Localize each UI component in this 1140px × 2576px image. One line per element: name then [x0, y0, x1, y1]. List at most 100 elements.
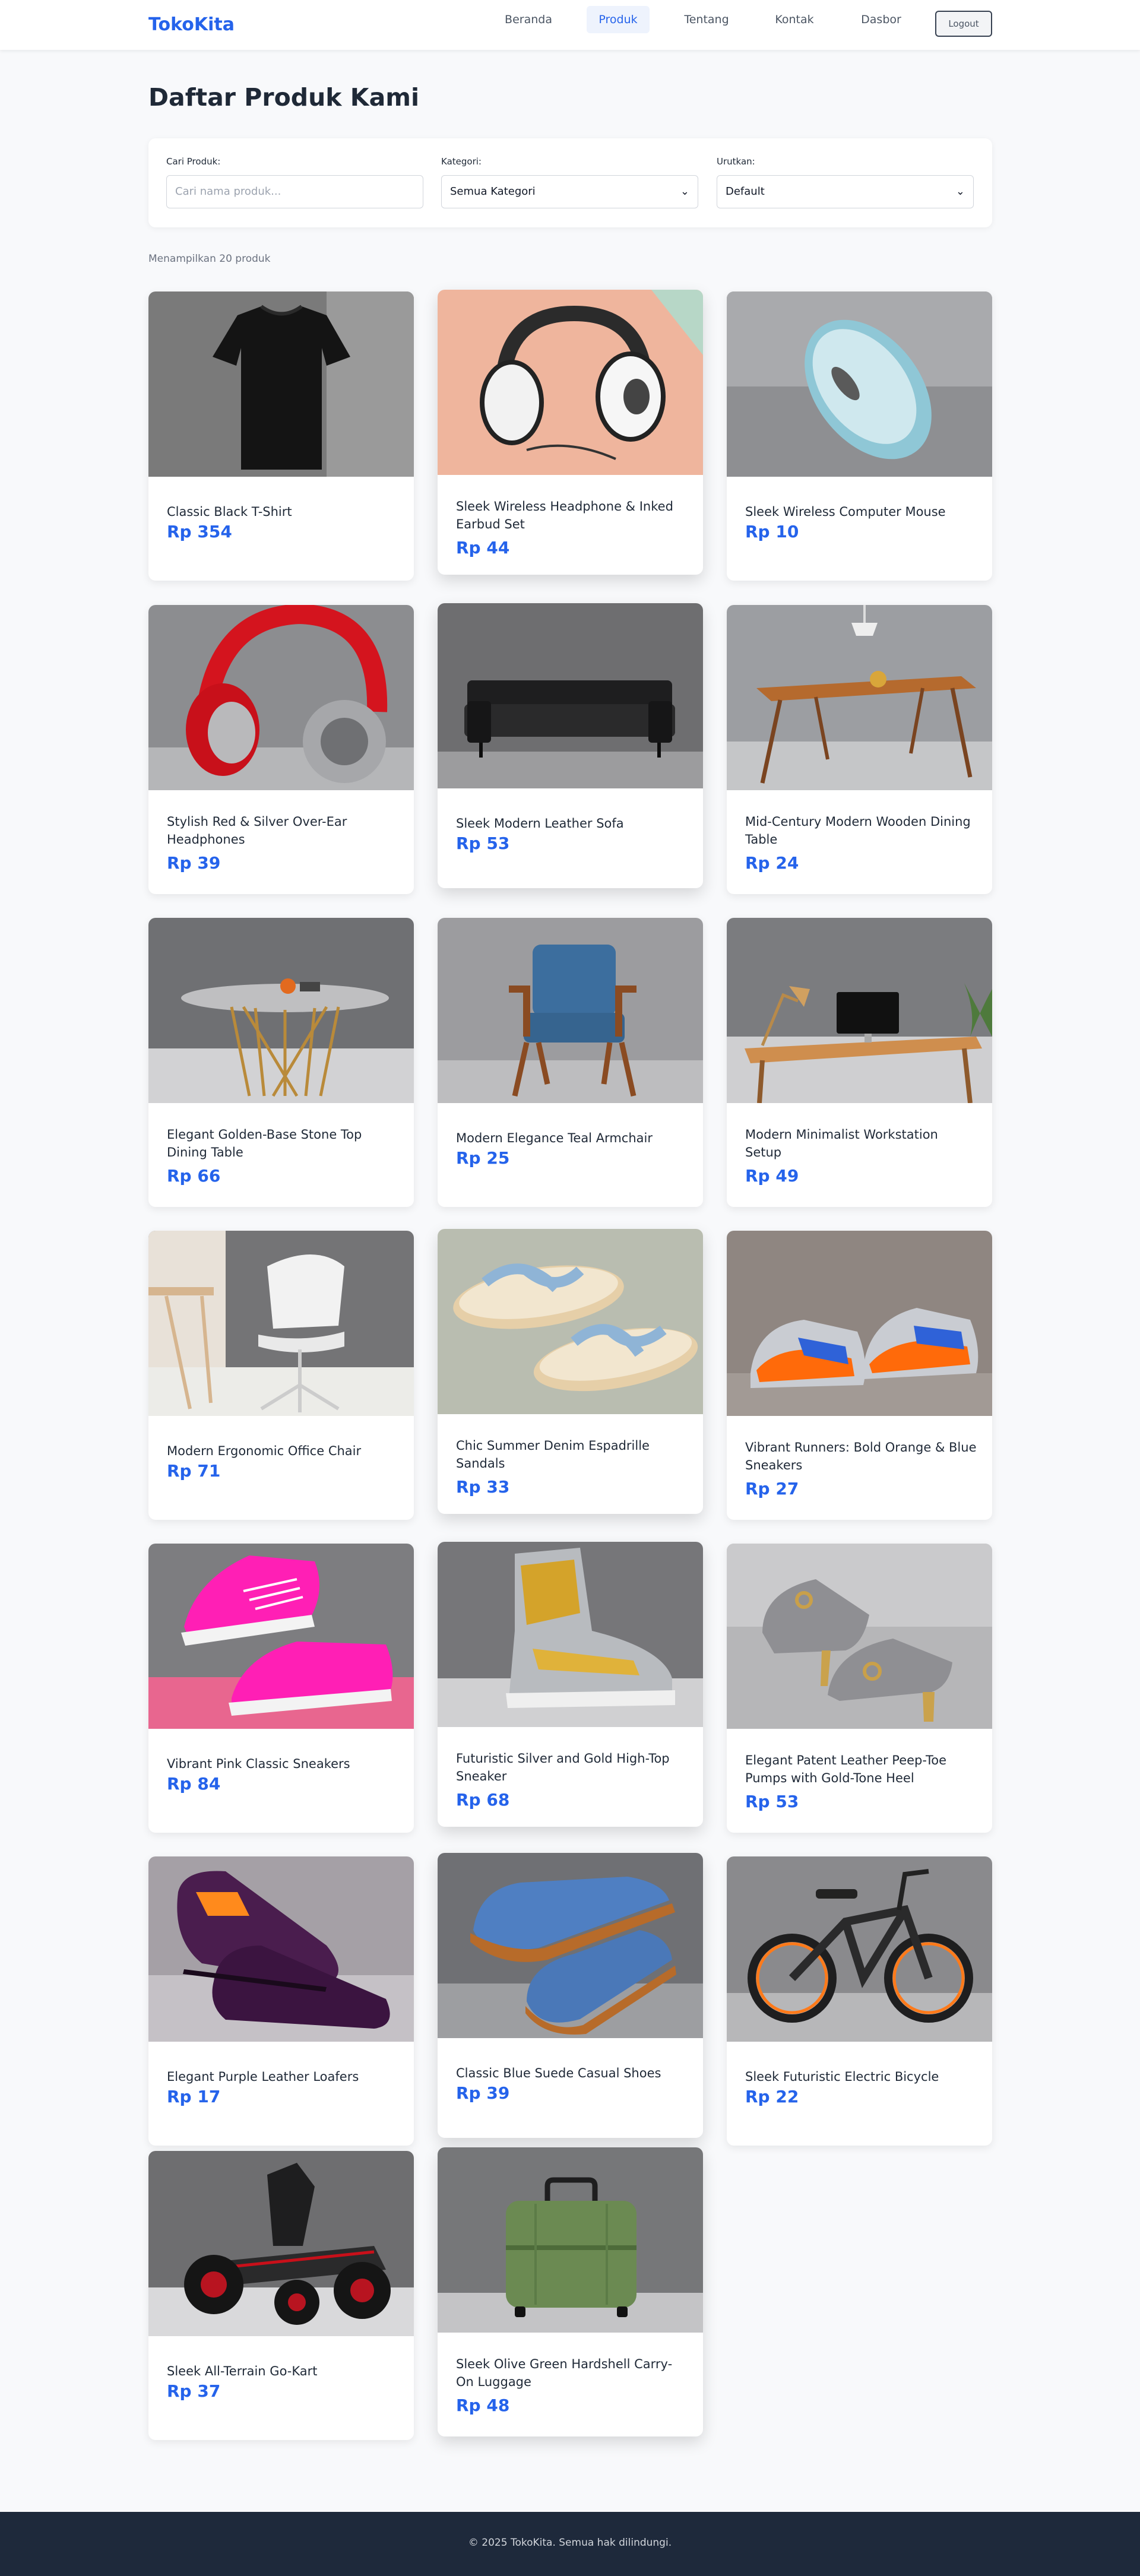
product-card[interactable]: Sleek Wireless Headphone & Inked Earbud …	[438, 290, 703, 575]
product-name[interactable]: Sleek Olive Green Hardshell Carry-On Lug…	[456, 2355, 688, 2391]
product-image[interactable]	[727, 1856, 992, 2042]
product-price: Rp 24	[745, 853, 799, 873]
product-price: Rp 66	[167, 1166, 221, 1186]
logout-button[interactable]: Logout	[935, 11, 992, 37]
product-image[interactable]	[148, 291, 414, 477]
product-card[interactable]: Modern Elegance Teal Armchair Rp 25	[438, 918, 703, 1207]
product-image[interactable]	[727, 918, 992, 1103]
product-image[interactable]	[438, 2147, 703, 2333]
sort-select[interactable]: Default ⌄	[717, 175, 974, 208]
nav-link-dasbor[interactable]: Dasbor	[851, 6, 911, 33]
product-name[interactable]: Vibrant Runners: Bold Orange & Blue Snea…	[745, 1438, 977, 1474]
product-name[interactable]: Mid-Century Modern Wooden Dining Table	[745, 813, 977, 848]
product-card[interactable]: Classic Blue Suede Casual Shoes Rp 39	[438, 1853, 703, 2138]
product-image[interactable]	[727, 291, 992, 477]
product-card[interactable]: Sleek Olive Green Hardshell Carry-On Lug…	[438, 2147, 703, 2436]
product-name[interactable]: Classic Black T-Shirt	[167, 503, 398, 521]
product-name[interactable]: Elegant Purple Leather Loafers	[167, 2068, 398, 2086]
product-image[interactable]	[438, 1542, 703, 1727]
product-card[interactable]: Modern Ergonomic Office Chair Rp 71	[148, 1231, 414, 1520]
product-image[interactable]	[438, 1853, 703, 2038]
sort-label: Urutkan:	[717, 156, 755, 167]
product-card[interactable]: Elegant Patent Leather Peep-Toe Pumps wi…	[727, 1544, 992, 1833]
product-card[interactable]: Vibrant Runners: Bold Orange & Blue Snea…	[727, 1231, 992, 1520]
product-price: Rp 39	[167, 853, 221, 873]
result-count: Menampilkan 20 produk	[148, 253, 271, 265]
product-image[interactable]	[438, 918, 703, 1103]
product-image[interactable]	[438, 290, 703, 475]
search-label: Cari Produk:	[166, 156, 221, 167]
product-image[interactable]	[438, 1229, 703, 1414]
product-image[interactable]	[727, 605, 992, 790]
product-price: Rp 53	[745, 1792, 799, 1811]
product-name[interactable]: Sleek Modern Leather Sofa	[456, 815, 688, 832]
product-price: Rp 22	[745, 2087, 799, 2106]
product-image[interactable]	[438, 603, 703, 788]
product-name[interactable]: Chic Summer Denim Espadrille Sandals	[456, 1437, 688, 1472]
product-price: Rp 49	[745, 1166, 799, 1186]
product-price: Rp 25	[456, 1148, 510, 1168]
product-card[interactable]: Chic Summer Denim Espadrille Sandals Rp 3…	[438, 1229, 703, 1514]
product-price: Rp 71	[167, 1461, 221, 1481]
product-image[interactable]	[727, 1544, 992, 1729]
product-price: Rp 27	[745, 1479, 799, 1498]
nav-link-produk[interactable]: Produk	[587, 6, 650, 33]
product-price: Rp 53	[456, 834, 510, 853]
product-name[interactable]: Modern Minimalist Workstation Setup	[745, 1126, 977, 1161]
navbar: TokoKita Beranda Produk Tentang Kontak D…	[0, 0, 1140, 50]
nav-link-beranda[interactable]: Beranda	[499, 6, 558, 33]
product-price: Rp 48	[456, 2396, 510, 2415]
category-label: Kategori:	[441, 156, 482, 167]
product-name[interactable]: Sleek Futuristic Electric Bicycle	[745, 2068, 977, 2086]
product-card[interactable]: Stylish Red & Silver Over-Ear Headphones…	[148, 605, 414, 894]
product-name[interactable]: Futuristic Silver and Gold High-Top Snea…	[456, 1750, 688, 1785]
product-name[interactable]: Sleek Wireless Headphone & Inked Earbud …	[456, 498, 688, 533]
product-card[interactable]: Classic Black T-Shirt Rp 354	[148, 291, 414, 581]
page-title: Daftar Produk Kami	[148, 83, 420, 112]
product-card[interactable]: Sleek All-Terrain Go-Kart Rp 37	[148, 2151, 414, 2440]
product-image[interactable]	[148, 2151, 414, 2336]
product-price: Rp 84	[167, 1774, 221, 1794]
product-card[interactable]: Mid-Century Modern Wooden Dining Table Rp…	[727, 605, 992, 894]
footer: © 2025 TokoKita. Semua hak dilindungi.	[0, 2512, 1140, 2576]
product-image[interactable]	[148, 1856, 414, 2042]
product-name[interactable]: Vibrant Pink Classic Sneakers	[167, 1755, 398, 1773]
product-card[interactable]: Sleek Wireless Computer Mouse Rp 10	[727, 291, 992, 581]
search-input[interactable]: Cari nama produk...	[166, 175, 423, 208]
product-price: Rp 37	[167, 2381, 221, 2401]
product-image[interactable]	[148, 1231, 414, 1416]
product-card[interactable]: Sleek Modern Leather Sofa Rp 53	[438, 603, 703, 888]
product-name[interactable]: Stylish Red & Silver Over-Ear Headphones	[167, 813, 398, 848]
product-price: Rp 10	[745, 522, 799, 541]
product-card[interactable]: Sleek Futuristic Electric Bicycle Rp 22	[727, 1856, 992, 2146]
product-price: Rp 354	[167, 522, 232, 541]
product-image[interactable]	[148, 918, 414, 1103]
filter-panel: Cari Produk: Cari nama produk... Kategor…	[148, 138, 992, 227]
product-card[interactable]: Modern Minimalist Workstation Setup Rp 49	[727, 918, 992, 1207]
sort-select-value: Default	[726, 185, 765, 198]
product-price: Rp 33	[456, 1477, 510, 1497]
brand-logo[interactable]: TokoKita	[148, 14, 235, 35]
product-image[interactable]	[148, 605, 414, 790]
category-select[interactable]: Semua Kategori ⌄	[441, 175, 698, 208]
product-name[interactable]: Elegant Patent Leather Peep-Toe Pumps wi…	[745, 1751, 977, 1787]
product-card[interactable]: Vibrant Pink Classic Sneakers Rp 84	[148, 1544, 414, 1833]
chevron-down-icon: ⌄	[680, 185, 689, 198]
product-name[interactable]: Modern Ergonomic Office Chair	[167, 1442, 398, 1460]
product-name[interactable]: Classic Blue Suede Casual Shoes	[456, 2064, 688, 2082]
footer-copyright: © 2025 TokoKita. Semua hak dilindungi.	[468, 2537, 672, 2549]
product-price: Rp 68	[456, 1790, 510, 1810]
product-image[interactable]	[727, 1231, 992, 1416]
product-card[interactable]: Futuristic Silver and Gold High-Top Snea…	[438, 1542, 703, 1827]
product-card[interactable]: Elegant Purple Leather Loafers Rp 17	[148, 1856, 414, 2146]
chevron-down-icon: ⌄	[955, 185, 965, 198]
nav-link-kontak[interactable]: Kontak	[766, 6, 823, 33]
product-price: Rp 17	[167, 2087, 221, 2106]
product-name[interactable]: Sleek All-Terrain Go-Kart	[167, 2362, 398, 2380]
nav-link-tentang[interactable]: Tentang	[677, 6, 736, 33]
product-name[interactable]: Modern Elegance Teal Armchair	[456, 1129, 688, 1147]
product-name[interactable]: Elegant Golden-Base Stone Top Dining Tab…	[167, 1126, 398, 1161]
product-image[interactable]	[148, 1544, 414, 1729]
product-name[interactable]: Sleek Wireless Computer Mouse	[745, 503, 977, 521]
product-card[interactable]: Elegant Golden-Base Stone Top Dining Tab…	[148, 918, 414, 1207]
